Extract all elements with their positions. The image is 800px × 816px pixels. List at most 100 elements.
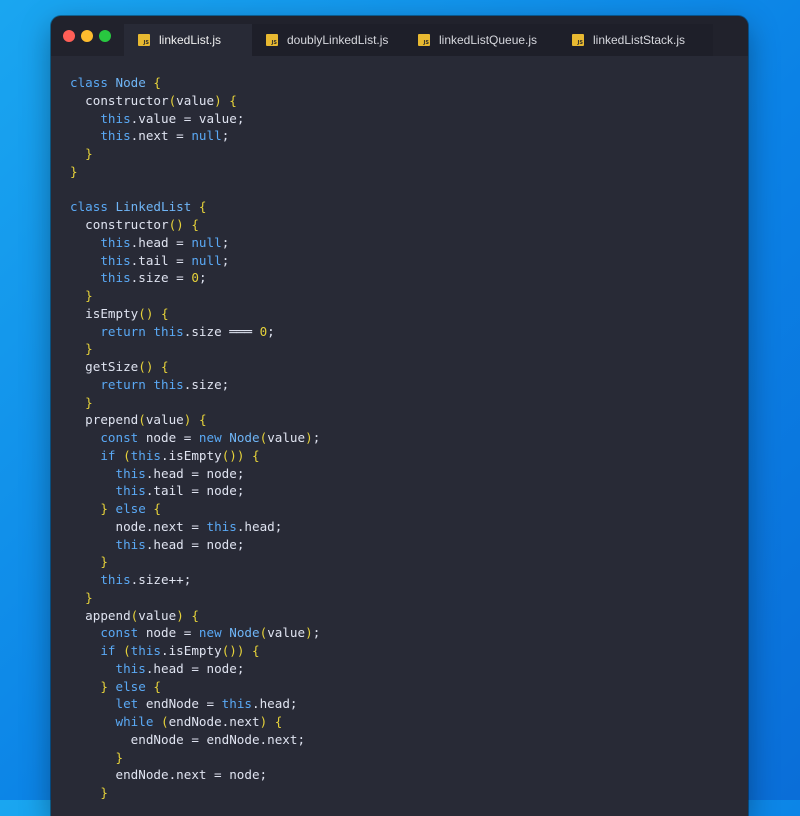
code-token: prepend — [70, 412, 139, 428]
code-line: } — [70, 163, 320, 181]
code-token: this — [70, 465, 146, 481]
code-token: ) — [214, 92, 222, 108]
code-token: node = — [145, 625, 199, 641]
close-window-button[interactable] — [63, 30, 75, 42]
code-token: { — [274, 714, 283, 729]
code-token: ) — [305, 625, 313, 641]
code-line: } — [70, 287, 320, 305]
code-token: } — [70, 501, 116, 516]
code-token: node = — [145, 430, 199, 445]
code-editor[interactable]: class Node { constructor(value) { this.v… — [70, 74, 320, 802]
code-line: this.value = value; — [70, 110, 320, 128]
code-token: node.next = — [70, 518, 207, 534]
code-token: .size++; — [130, 572, 192, 587]
code-token: ; — [198, 270, 207, 286]
code-line: } — [70, 145, 320, 163]
code-line: this.tail = node; — [70, 482, 320, 500]
code-line: this.head = null; — [70, 234, 320, 252]
code-token: getSize — [70, 359, 139, 374]
code-token: ; — [312, 625, 321, 641]
code-line: this.head = node; — [70, 660, 320, 678]
code-token: { — [153, 678, 162, 694]
code-line: let endNode = this.head; — [70, 695, 320, 713]
title-bar: linkedList.js doublyLinkedList.js linked… — [51, 16, 748, 56]
code-token: const — [70, 625, 146, 641]
code-token: { — [191, 607, 199, 623]
code-token: { — [153, 501, 162, 516]
code-line: } — [70, 749, 320, 767]
code-token: .head = node; — [145, 536, 245, 552]
code-token: () — [138, 359, 154, 374]
code-line: while (endNode.next) { — [70, 713, 320, 731]
code-token: ) — [305, 430, 313, 445]
tab-label: doublyLinkedList.js — [287, 33, 389, 47]
maximize-window-button[interactable] — [99, 30, 111, 42]
code-token: return this — [70, 376, 184, 392]
code-token: return this — [70, 323, 184, 339]
code-token: ; — [312, 430, 321, 445]
code-line: isEmpty() { — [70, 305, 320, 323]
code-token: ; — [267, 323, 275, 339]
tab-linkedliststack[interactable]: linkedListStack.js — [558, 24, 713, 56]
code-line: } — [70, 340, 320, 358]
code-token: .head = node; — [145, 465, 245, 481]
code-line: getSize() { — [70, 358, 320, 376]
tab-linkedlist[interactable]: linkedList.js — [124, 24, 252, 56]
code-token: value — [145, 412, 184, 428]
code-line: this.tail = null; — [70, 252, 320, 270]
code-token: .size; — [183, 376, 230, 392]
code-line: } — [70, 784, 320, 802]
code-token: { — [198, 199, 207, 215]
code-token: Node — [229, 625, 260, 641]
tab-doublylinkedlist[interactable]: doublyLinkedList.js — [252, 24, 404, 56]
code-line: if (this.isEmpty()) { — [70, 642, 320, 660]
code-line: endNode = endNode.next; — [70, 731, 320, 749]
code-token: } — [70, 341, 93, 357]
code-token: } — [70, 678, 116, 694]
code-token: this — [130, 447, 162, 463]
javascript-file-icon — [572, 34, 584, 46]
code-line: } — [70, 589, 320, 607]
code-token: .tail = — [130, 252, 192, 268]
code-line: constructor() { — [70, 216, 320, 234]
code-token: .next = — [130, 128, 192, 144]
code-line: if (this.isEmpty()) { — [70, 447, 320, 465]
code-token: Node — [115, 75, 154, 90]
code-token: .isEmpty — [161, 447, 222, 463]
code-token: { — [161, 359, 169, 374]
minimize-window-button[interactable] — [81, 30, 93, 42]
code-line: constructor(value) { — [70, 92, 320, 110]
code-line: const node = new Node(value); — [70, 429, 320, 447]
editor-window: linkedList.js doublyLinkedList.js linked… — [51, 16, 748, 816]
code-token: ( — [123, 643, 131, 658]
code-line: append(value) { — [70, 607, 320, 625]
code-token: endNode = endNode.next; — [70, 731, 306, 747]
code-token: () — [168, 217, 184, 232]
code-token: const — [70, 430, 146, 445]
code-token: .value = value; — [130, 110, 245, 126]
code-line: this.head = node; — [70, 536, 320, 554]
code-token: if — [70, 643, 124, 658]
code-token: this — [221, 696, 252, 712]
code-line: prepend(value) { — [70, 411, 320, 429]
code-token: { — [191, 217, 199, 232]
code-token: this — [70, 270, 131, 286]
code-line: this.next = null; — [70, 127, 320, 145]
code-token: this — [70, 234, 131, 250]
tab-label: linkedListStack.js — [593, 33, 686, 47]
code-token: let — [70, 696, 146, 712]
code-token: constructor — [70, 217, 169, 232]
code-token: this — [70, 572, 131, 587]
code-line: return this.size ═══ 0; — [70, 323, 320, 341]
code-token: else — [115, 678, 154, 694]
code-token: class — [70, 75, 116, 90]
code-token: () — [138, 305, 154, 321]
code-token: ( — [161, 714, 169, 729]
code-token: { — [161, 305, 169, 321]
code-token: this — [70, 660, 146, 676]
tab-linkedlistqueue[interactable]: linkedListQueue.js — [404, 24, 558, 56]
code-token: 0 — [191, 270, 199, 286]
